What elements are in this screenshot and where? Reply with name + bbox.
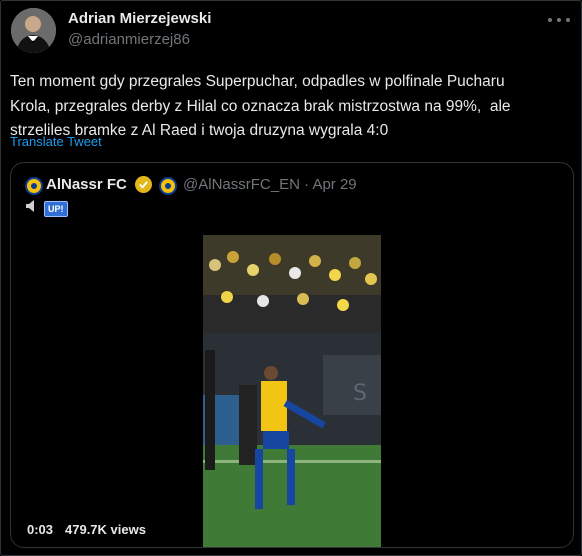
separator-dot: · [304,176,310,193]
quoted-tweet[interactable]: AlNassr FC @AlNassrFC_EN · Apr 29 UP! S … [10,162,574,548]
svg-text:S: S [353,381,367,406]
quoted-handle: @AlNassrFC_EN [183,176,300,193]
quoted-author-name[interactable]: AlNassr FC [46,176,127,193]
more-icon[interactable] [548,12,570,28]
quoted-date: Apr 29 [312,176,357,193]
quoted-author-handle[interactable]: @AlNassrFC_EN · Apr 29 [183,176,357,193]
quoted-text: UP! [25,199,68,218]
speaker-icon [25,199,39,218]
club-logo-icon [159,177,177,195]
verified-badge-icon [135,176,152,193]
video-views: 479.7K views [65,522,146,537]
translate-tweet-link[interactable]: Translate Tweet [10,134,102,149]
up-badge: UP! [44,200,68,217]
club-logo-icon [25,177,43,195]
tweet-text: Ten moment gdy przegrales Superpuchar, o… [10,73,511,139]
video-timestamp: 0:03 [27,522,54,537]
video-player[interactable]: S [203,235,381,547]
author-name[interactable]: Adrian Mierzejewski [68,10,211,27]
author-handle[interactable]: @adrianmierzej86 [68,31,190,48]
author-avatar[interactable] [11,8,56,53]
